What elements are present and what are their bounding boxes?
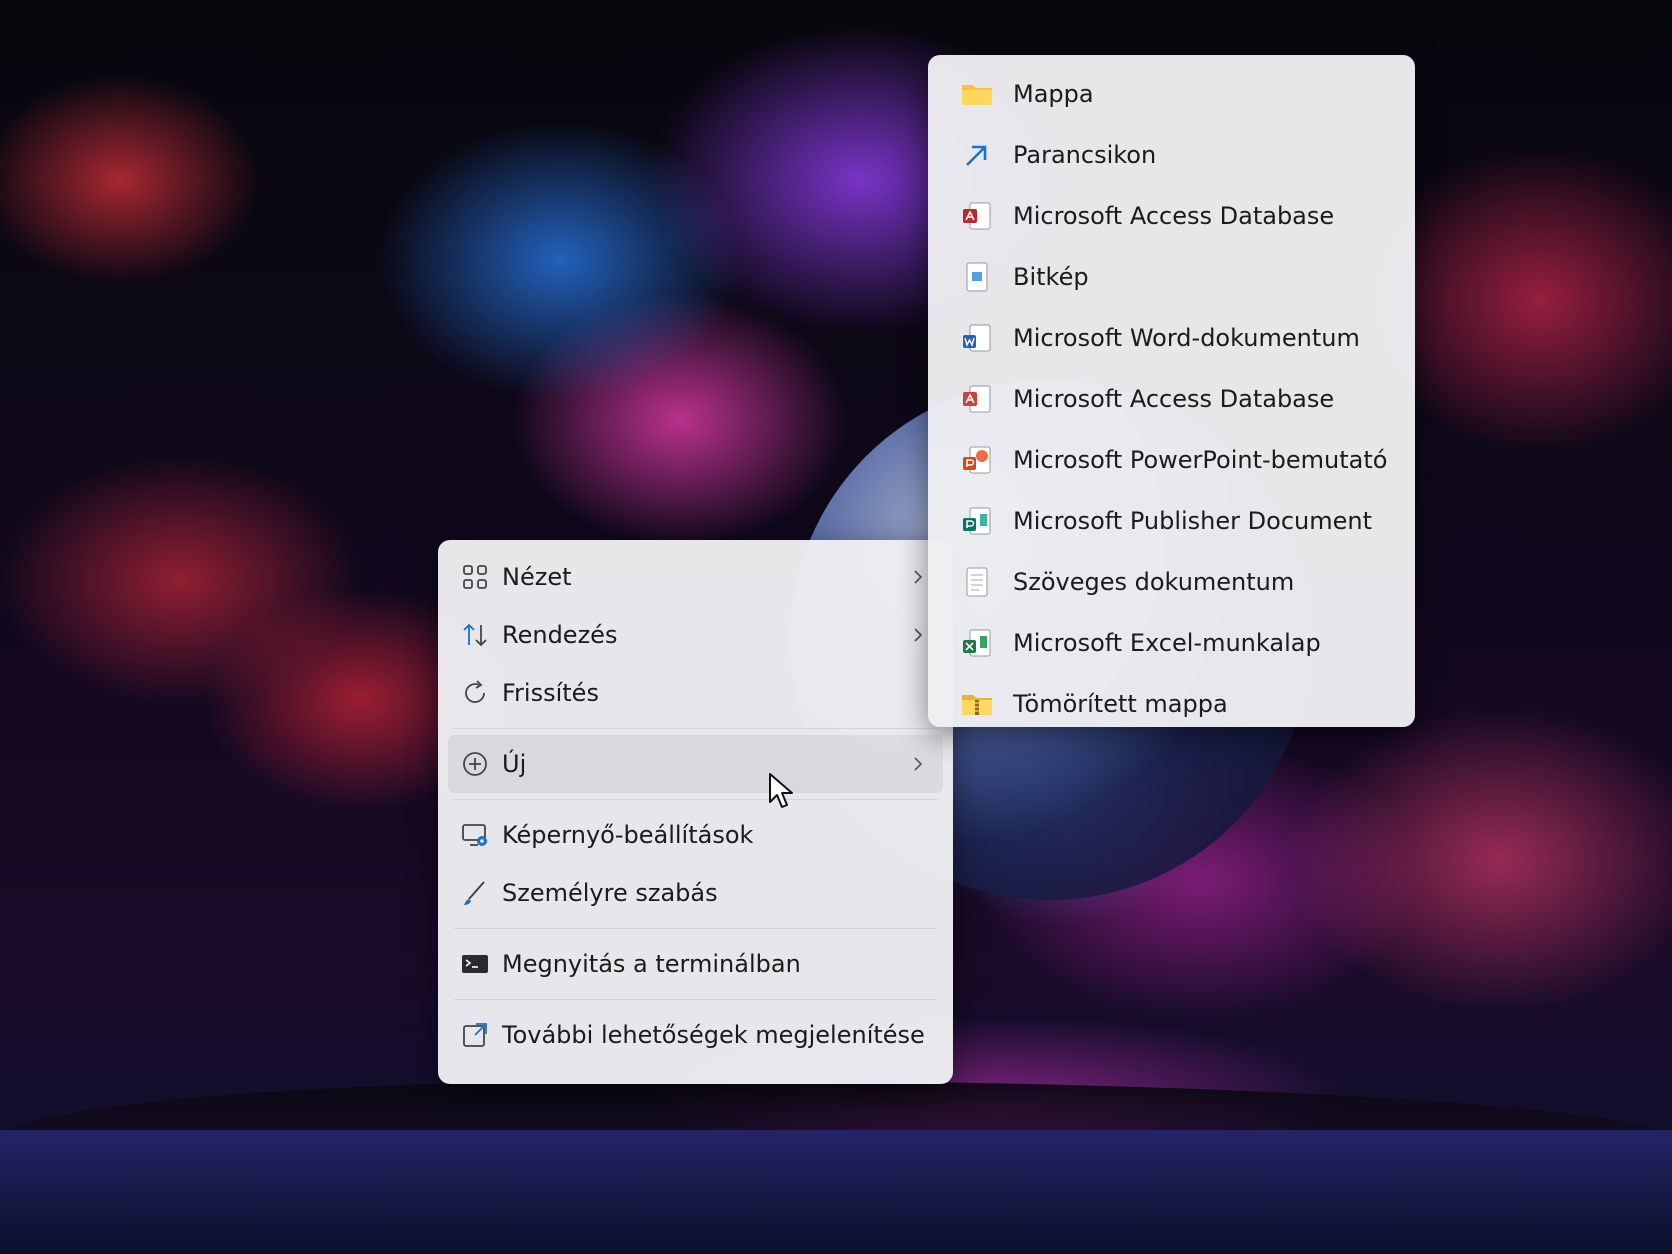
menu-item-personalize[interactable]: Személyre szabás: [448, 864, 943, 922]
menu-item-show-more-options[interactable]: További lehetőségek megjelenítése: [448, 1006, 943, 1064]
menu-item-label: További lehetőségek megjelenítése: [502, 1021, 925, 1049]
zip-folder-icon: [962, 694, 992, 715]
submenu-item-folder[interactable]: Mappa: [938, 63, 1405, 124]
publisher-icon: [963, 507, 991, 534]
grid-icon: [463, 565, 487, 589]
mouse-cursor-icon: [769, 773, 793, 808]
menu-item-label: Képernyő-beállítások: [502, 821, 754, 849]
submenu-item-label: Szöveges dokumentum: [1013, 567, 1295, 596]
chevron-right-icon: [914, 628, 923, 642]
excel-icon: [963, 629, 991, 656]
menu-item-label: Nézet: [502, 563, 572, 591]
submenu-item-access-database-2[interactable]: Microsoft Access Database: [938, 368, 1405, 429]
submenu-item-label: Microsoft Access Database: [1013, 201, 1335, 230]
refresh-icon: [465, 680, 485, 703]
submenu-item-word-document[interactable]: Microsoft Word-dokumentum: [938, 307, 1405, 368]
menu-item-sort[interactable]: Rendezés: [448, 606, 943, 664]
desktop-context-menu: Nézet Rendezés Frissítés Új Képernyő-beá…: [438, 540, 953, 1084]
plus-circle-icon: [463, 752, 487, 776]
access-icon: [963, 202, 991, 229]
submenu-item-access-database[interactable]: Microsoft Access Database: [938, 185, 1405, 246]
text-document-icon: [966, 567, 988, 596]
submenu-item-label: Microsoft Publisher Document: [1013, 506, 1372, 535]
submenu-item-label: Microsoft Excel-munkalap: [1013, 628, 1321, 657]
submenu-item-label: Bitkép: [1013, 262, 1089, 291]
new-submenu: Mappa Parancsikon Microsoft Access Datab…: [928, 55, 1415, 727]
submenu-item-label: Mappa: [1013, 79, 1094, 108]
menu-item-new[interactable]: Új: [448, 735, 943, 793]
submenu-item-label: Microsoft Access Database: [1013, 384, 1335, 413]
menu-item-view[interactable]: Nézet: [448, 548, 943, 606]
brush-icon: [464, 881, 485, 905]
menu-item-display-settings[interactable]: Képernyő-beállítások: [448, 806, 943, 864]
bitmap-icon: [966, 262, 988, 291]
menu-separator: [454, 799, 937, 800]
submenu-item-zip-folder[interactable]: Tömörített mappa: [938, 673, 1405, 734]
submenu-item-powerpoint[interactable]: Microsoft PowerPoint-bemutató: [938, 429, 1405, 490]
expand-icon: [463, 1023, 487, 1047]
submenu-item-publisher[interactable]: Microsoft Publisher Document: [938, 490, 1405, 551]
submenu-item-label: Microsoft Word-dokumentum: [1013, 323, 1360, 352]
menu-item-label: Személyre szabás: [502, 879, 718, 907]
menu-item-label: Rendezés: [502, 621, 618, 649]
submenu-item-label: Parancsikon: [1013, 140, 1157, 169]
submenu-item-label: Microsoft PowerPoint-bemutató: [1013, 445, 1388, 474]
submenu-item-shortcut[interactable]: Parancsikon: [938, 124, 1405, 185]
sort-icon: [463, 623, 487, 647]
submenu-item-label: Tömörített mappa: [1013, 689, 1228, 718]
submenu-item-text-document[interactable]: Szöveges dokumentum: [938, 551, 1405, 612]
menu-item-label: Új: [502, 750, 527, 778]
menu-item-open-terminal[interactable]: Megnyitás a terminálban: [448, 935, 943, 993]
menu-separator: [454, 928, 937, 929]
terminal-icon: [462, 955, 488, 973]
wallpaper-sea: [0, 1130, 1672, 1254]
menu-item-refresh[interactable]: Frissítés: [448, 664, 943, 722]
menu-separator: [454, 728, 937, 729]
submenu-item-bitmap[interactable]: Bitkép: [938, 246, 1405, 307]
chevron-right-icon: [914, 570, 923, 584]
word-icon: [963, 324, 991, 351]
menu-item-label: Frissítés: [502, 679, 599, 707]
display-settings-icon: [462, 824, 487, 846]
folder-icon: [962, 84, 992, 105]
chevron-right-icon: [914, 757, 923, 771]
menu-item-label: Megnyitás a terminálban: [502, 950, 801, 978]
access-icon: [963, 385, 991, 412]
powerpoint-icon: [963, 446, 991, 473]
submenu-item-excel[interactable]: Microsoft Excel-munkalap: [938, 612, 1405, 673]
shortcut-arrow-icon: [966, 145, 987, 166]
menu-separator: [454, 999, 937, 1000]
